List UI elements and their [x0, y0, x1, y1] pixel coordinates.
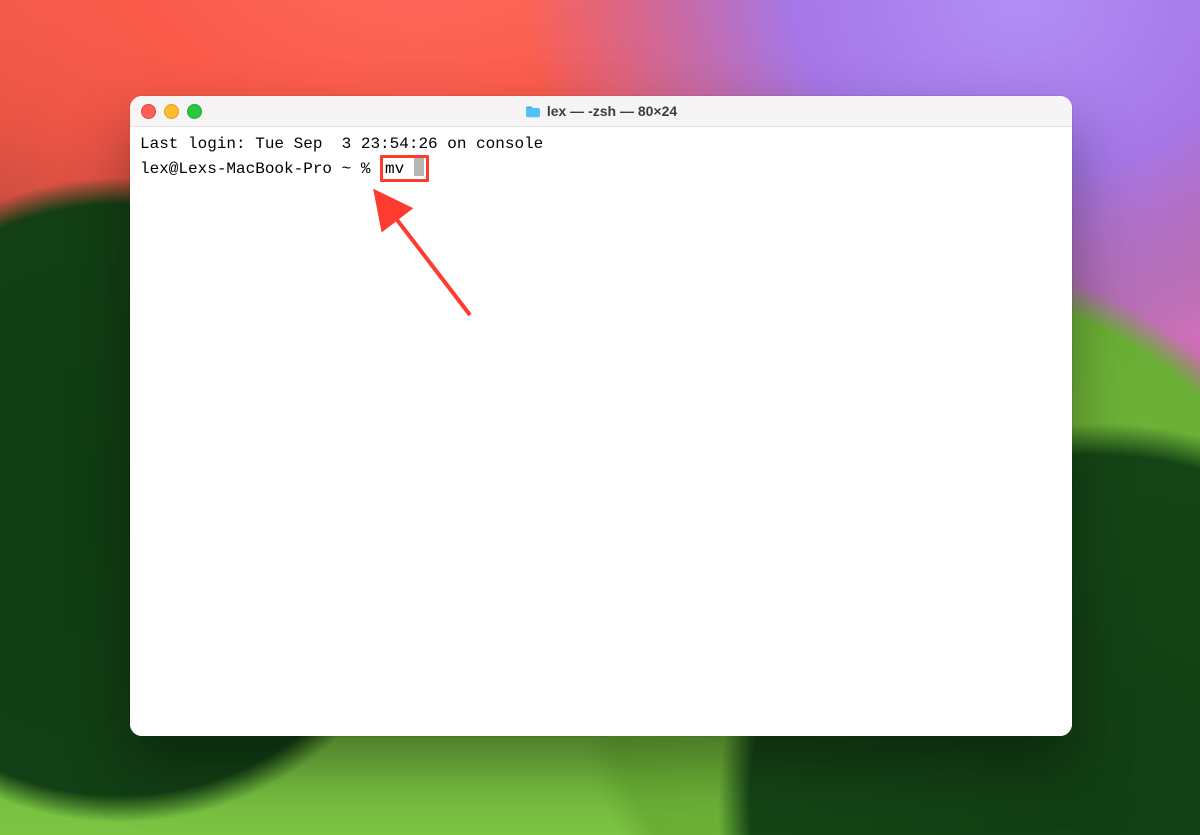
window-controls [141, 104, 202, 119]
text-cursor [414, 158, 424, 176]
annotation-highlight-box: mv [380, 155, 429, 182]
terminal-body[interactable]: Last login: Tue Sep 3 23:54:26 on consol… [130, 127, 1072, 736]
command-input[interactable]: mv [385, 160, 414, 178]
window-titlebar[interactable]: lex — -zsh — 80×24 [130, 96, 1072, 127]
last-login-line: Last login: Tue Sep 3 23:54:26 on consol… [140, 135, 543, 153]
zoom-button[interactable] [187, 104, 202, 119]
terminal-window[interactable]: lex — -zsh — 80×24 Last login: Tue Sep 3… [130, 96, 1072, 736]
shell-prompt: lex@Lexs-MacBook-Pro ~ % [140, 160, 380, 178]
minimize-button[interactable] [164, 104, 179, 119]
window-title: lex — -zsh — 80×24 [130, 103, 1072, 119]
window-title-text: lex — -zsh — 80×24 [547, 103, 677, 119]
folder-icon [525, 105, 541, 118]
desktop-background: lex — -zsh — 80×24 Last login: Tue Sep 3… [0, 0, 1200, 835]
close-button[interactable] [141, 104, 156, 119]
